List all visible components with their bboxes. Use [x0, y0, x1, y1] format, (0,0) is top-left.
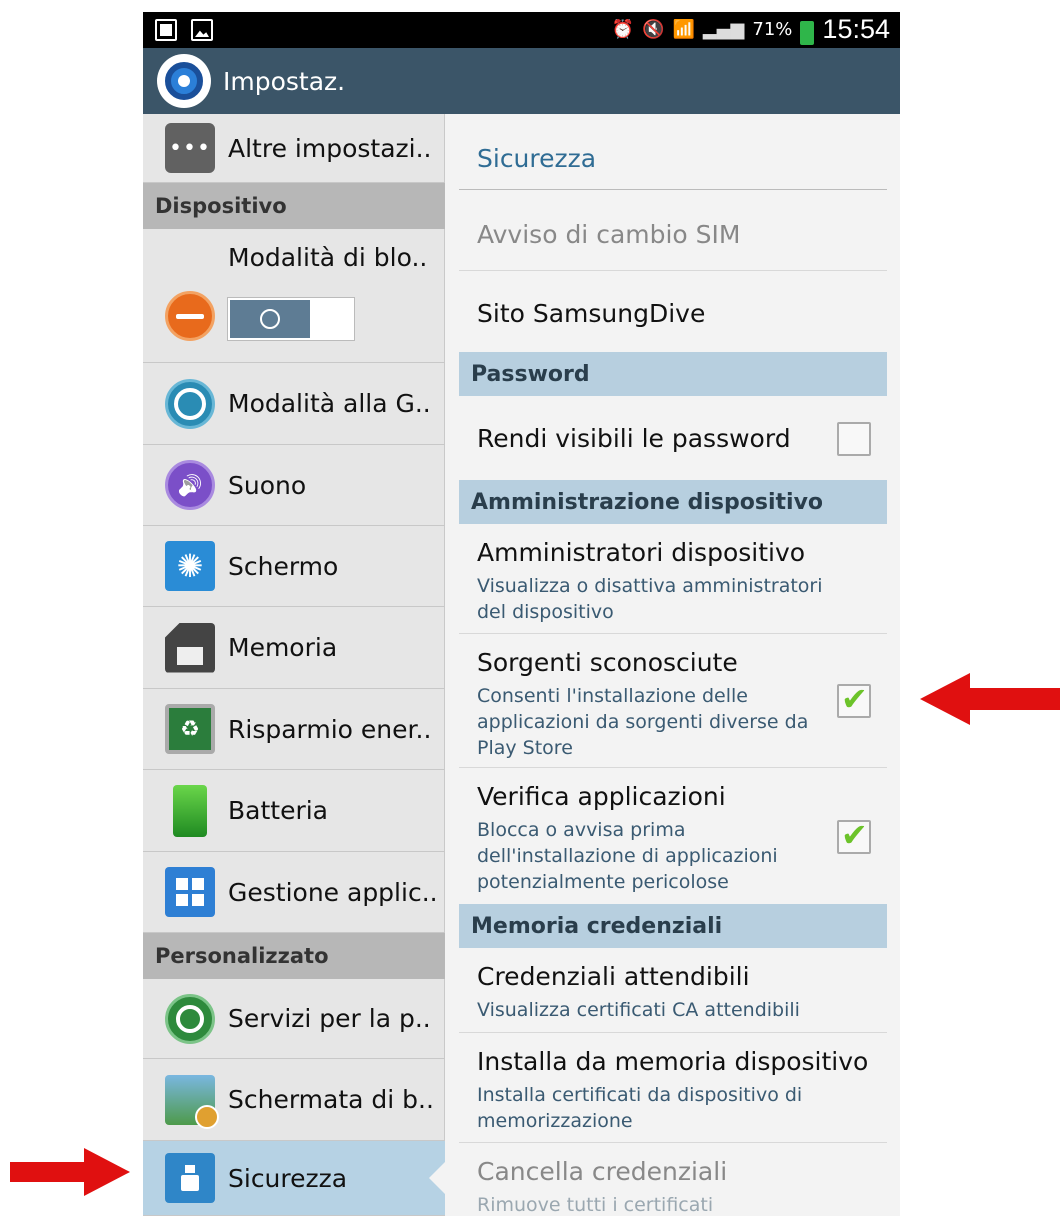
- setting-subtitle: Rimuove tutti i certificati: [477, 1194, 714, 1216]
- setting-sito-samsungdive[interactable]: Sito SamsungDive: [459, 271, 887, 352]
- battery-icon: [800, 20, 815, 45]
- sidebar-item-label: Servizi per la p..: [228, 1004, 431, 1033]
- page-title-row: Sicurezza: [459, 114, 887, 190]
- setting-title: Rendi visibili le password: [477, 424, 791, 453]
- setting-title: Amministratori dispositivo: [477, 538, 806, 567]
- setting-cancella-credenziali[interactable]: Cancella credenziali Rimuove tutti i cer…: [459, 1143, 887, 1216]
- sidebar-item-label: Schermata di b..: [228, 1085, 434, 1114]
- sidebar-item-schermata-blocco[interactable]: Schermata di b..: [143, 1059, 445, 1141]
- phone-screen: ⏰ 🔇 📶 ▂▄▆ 71% 15:54 Impostaz. Altre impo…: [143, 12, 900, 1216]
- sidebar-section-personalizzato: Personalizzato: [143, 933, 445, 979]
- sidebar-item-servizi-posizione[interactable]: Servizi per la p..: [143, 979, 445, 1059]
- sidebar-item-label: Modalità di blo..: [228, 243, 428, 272]
- security-detail-pane: Sicurezza Avviso di cambio SIM Sito Sams…: [459, 114, 887, 1216]
- sidebar-section-dispositivo: Dispositivo: [143, 183, 445, 229]
- sidebar-item-sicurezza[interactable]: Sicurezza: [143, 1141, 445, 1216]
- screen-brightness-icon: [165, 541, 215, 591]
- sidebar-item-altre-impostazioni[interactable]: Altre impostazi..: [143, 114, 445, 183]
- setting-title: Cancella credenziali: [477, 1157, 728, 1186]
- setting-sorgenti-sconosciute[interactable]: Sorgenti sconosciute Consenti l'installa…: [459, 634, 887, 768]
- sidebar-item-label: Memoria: [228, 633, 338, 662]
- section-header-password: Password: [459, 352, 887, 396]
- verify-apps-checkbox[interactable]: [837, 816, 871, 854]
- page-title: Sicurezza: [477, 144, 597, 173]
- setting-title: Credenziali attendibili: [477, 962, 750, 991]
- sidebar-item-label: Sicurezza: [228, 1163, 348, 1193]
- setting-subtitle: Consenti l'installazione delle applicazi…: [477, 685, 809, 759]
- settings-gear-icon[interactable]: [157, 54, 211, 108]
- sidebar-item-label: Gestione applic..: [228, 877, 438, 907]
- apps-grid-icon: [165, 867, 215, 917]
- sidebar-item-label: Suono: [228, 470, 307, 500]
- sidebar-item-label: Altre impostazi..: [228, 133, 432, 163]
- setting-title: Sorgenti sconosciute: [477, 648, 738, 677]
- section-header-amministrazione: Amministrazione dispositivo: [459, 480, 887, 524]
- unknown-sources-checkbox[interactable]: [837, 680, 871, 718]
- steering-wheel-icon: [165, 378, 215, 429]
- setting-rendi-visibili-password[interactable]: Rendi visibili le password: [459, 396, 887, 480]
- speaker-icon: [165, 460, 215, 510]
- sidebar-item-suono[interactable]: Suono: [143, 445, 445, 526]
- padlock-icon: [165, 1153, 215, 1203]
- sidebar-item-schermo[interactable]: Schermo: [143, 526, 445, 607]
- sidebar-item-label: Schermo: [228, 551, 339, 581]
- block-mode-toggle[interactable]: [227, 297, 355, 341]
- setting-title: Verifica applicazioni: [477, 782, 726, 811]
- more-icon: [165, 123, 215, 173]
- setting-title: Avviso di cambio SIM: [477, 220, 741, 249]
- app-title: Impostaz.: [223, 66, 346, 96]
- sidebar-item-modalita-blocco[interactable]: Modalità di blo..: [143, 229, 445, 363]
- mute-icon: 🔇: [642, 19, 665, 40]
- battery-icon: [173, 784, 207, 837]
- image-icon: [191, 19, 213, 41]
- settings-sidebar: Altre impostazi.. Dispositivo Modalità d…: [143, 114, 445, 1216]
- status-bar: ⏰ 🔇 📶 ▂▄▆ 71% 15:54: [143, 12, 900, 48]
- action-bar: Impostaz.: [143, 48, 900, 114]
- selection-pointer: [429, 1162, 445, 1194]
- setting-subtitle: Visualizza o disattiva amministratori de…: [477, 575, 823, 623]
- lock-screen-icon: [165, 1074, 219, 1129]
- sidebar-item-gestione-applicazioni[interactable]: Gestione applic..: [143, 852, 445, 933]
- show-password-checkbox[interactable]: [837, 422, 871, 456]
- setting-installa-da-memoria[interactable]: Installa da memoria dispositivo Installa…: [459, 1033, 887, 1143]
- sidebar-item-batteria[interactable]: Batteria: [143, 770, 445, 852]
- sd-card-icon: [165, 622, 215, 673]
- setting-subtitle: Blocca o avvisa prima dell'installazione…: [477, 819, 778, 893]
- sidebar-item-memoria[interactable]: Memoria: [143, 607, 445, 689]
- setting-subtitle: Installa certificati da dispositivo di m…: [477, 1084, 803, 1132]
- sim-icon: [155, 19, 177, 41]
- setting-title: Installa da memoria dispositivo: [477, 1047, 869, 1076]
- block-mode-icon: [165, 291, 215, 341]
- battery-percent: 71%: [752, 19, 793, 40]
- annotation-arrow-right: [920, 673, 1060, 725]
- sidebar-item-modalita-guida[interactable]: Modalità alla G..: [143, 363, 445, 445]
- alarm-icon: ⏰: [611, 19, 635, 40]
- signal-icon: ▂▄▆: [702, 19, 745, 40]
- sidebar-item-label: Batteria: [228, 796, 328, 825]
- clock: 15:54: [822, 14, 890, 44]
- sidebar-item-label: Modalità alla G..: [228, 389, 431, 418]
- setting-verifica-applicazioni[interactable]: Verifica applicazioni Blocca o avvisa pr…: [459, 768, 887, 904]
- setting-title: Sito SamsungDive: [477, 299, 706, 328]
- setting-avviso-cambio-sim[interactable]: Avviso di cambio SIM: [459, 190, 887, 271]
- setting-amministratori-dispositivo[interactable]: Amministratori dispositivo Visualizza o …: [459, 524, 887, 634]
- wifi-icon: 📶: [672, 19, 695, 40]
- location-icon: [165, 993, 215, 1044]
- section-header-memoria-credenziali: Memoria credenziali: [459, 904, 887, 948]
- annotation-arrow-left: [10, 1148, 130, 1196]
- setting-credenziali-attendibili[interactable]: Credenziali attendibili Visualizza certi…: [459, 948, 887, 1033]
- power-saving-icon: [165, 704, 215, 754]
- sidebar-item-risparmio-energetico[interactable]: Risparmio ener..: [143, 689, 445, 770]
- toggle-knob: [230, 300, 310, 338]
- sidebar-item-label: Risparmio ener..: [228, 714, 432, 744]
- setting-subtitle: Visualizza certificati CA attendibili: [477, 999, 800, 1021]
